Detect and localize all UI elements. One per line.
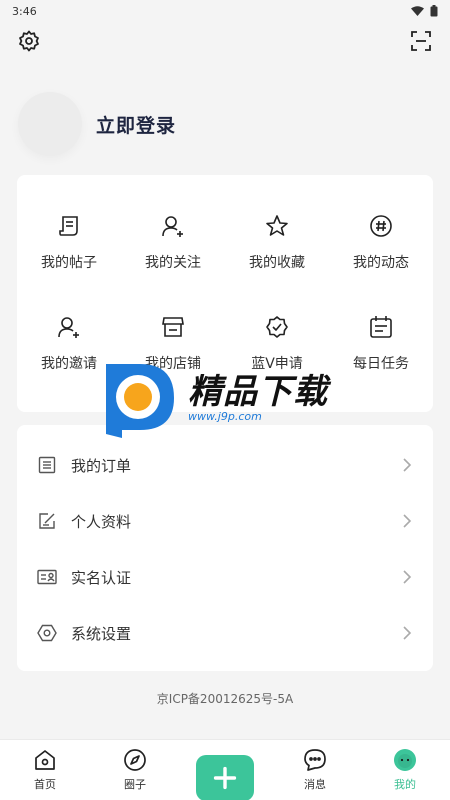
home-icon — [35, 750, 55, 770]
add-icon — [213, 766, 237, 790]
shortcut-grid-card: 我的帖子 我的关注 我的收藏 我的动态 我的邀请 我的店铺 蓝V申请 每日任务 — [17, 175, 433, 412]
chevron-right-icon — [403, 570, 412, 584]
status-time: 3:46 — [12, 4, 37, 18]
grid-item-invitations[interactable]: 我的邀请 — [17, 314, 121, 373]
menu-item-system-settings[interactable]: 系统设置 — [17, 605, 433, 661]
grid-item-blue-v[interactable]: 蓝V申请 — [225, 314, 329, 373]
grid-item-label: 我的帖子 — [41, 255, 97, 271]
menu-list-card: 我的订单 个人资料 实名认证 系统设置 — [17, 425, 433, 671]
scan-icon — [411, 31, 431, 51]
grid-item-daily-tasks[interactable]: 每日任务 — [329, 314, 433, 373]
grid-item-posts[interactable]: 我的帖子 — [17, 213, 121, 272]
grid-item-label: 我的收藏 — [249, 255, 305, 271]
hashtag-icon — [370, 215, 392, 237]
store-icon — [162, 317, 184, 337]
menu-item-label: 个人资料 — [71, 512, 132, 531]
message-icon — [304, 749, 326, 771]
grid-item-label: 我的动态 — [353, 255, 409, 271]
chevron-right-icon — [403, 514, 412, 528]
profile-face-icon — [394, 749, 416, 771]
chevron-right-icon — [403, 626, 412, 640]
grid-item-activity[interactable]: 我的动态 — [329, 213, 433, 272]
follow-icon — [162, 216, 183, 237]
menu-item-label: 我的订单 — [71, 456, 132, 475]
chevron-right-icon — [403, 458, 412, 472]
battery-icon — [430, 5, 438, 17]
tab-messages[interactable]: 消息 — [280, 740, 350, 792]
grid-item-label: 我的关注 — [145, 255, 201, 271]
post-icon — [59, 216, 78, 236]
status-icons — [411, 5, 438, 17]
wifi-icon — [411, 6, 424, 16]
tab-label: 我的 — [394, 778, 416, 791]
id-card-icon — [37, 567, 57, 587]
tab-add[interactable] — [190, 740, 260, 800]
gear-icon — [19, 30, 39, 52]
avatar[interactable] — [18, 92, 82, 156]
hexagon-settings-icon — [37, 623, 57, 643]
scan-button[interactable] — [408, 28, 434, 54]
tab-label: 圈子 — [124, 778, 146, 791]
menu-item-orders[interactable]: 我的订单 — [17, 437, 433, 493]
tab-label: 首页 — [34, 778, 56, 791]
settings-button[interactable] — [16, 28, 42, 54]
grid-item-label: 我的邀请 — [41, 356, 97, 372]
grid-item-store[interactable]: 我的店铺 — [121, 314, 225, 373]
order-icon — [37, 455, 57, 475]
menu-item-profile[interactable]: 个人资料 — [17, 493, 433, 549]
grid-item-favorites[interactable]: 我的收藏 — [225, 213, 329, 272]
menu-item-verification[interactable]: 实名认证 — [17, 549, 433, 605]
grid-item-label: 我的店铺 — [145, 356, 201, 372]
compass-icon — [124, 749, 146, 771]
menu-item-label: 实名认证 — [71, 568, 132, 587]
edit-profile-icon — [37, 511, 57, 531]
verified-badge-icon — [266, 316, 288, 338]
calendar-icon — [370, 316, 392, 338]
menu-item-label: 系统设置 — [71, 624, 132, 643]
invite-icon — [58, 317, 79, 338]
grid-item-label: 每日任务 — [353, 356, 409, 372]
login-button[interactable]: 立即登录 — [96, 111, 176, 138]
bottom-tab-bar: 首页 圈子 消息 我的 — [0, 739, 450, 800]
tab-home[interactable]: 首页 — [10, 740, 80, 792]
add-button[interactable] — [196, 755, 254, 800]
profile-header[interactable]: 立即登录 — [18, 92, 176, 156]
grid-item-label: 蓝V申请 — [251, 356, 303, 372]
tab-circle[interactable]: 圈子 — [100, 740, 170, 792]
tab-label: 消息 — [304, 778, 326, 791]
grid-item-following[interactable]: 我的关注 — [121, 213, 225, 272]
star-icon — [266, 215, 288, 236]
status-bar: 3:46 — [0, 0, 450, 22]
icp-license: 京ICP备20012625号-5A — [156, 692, 294, 706]
top-toolbar — [16, 28, 434, 54]
tab-me[interactable]: 我的 — [370, 740, 440, 792]
